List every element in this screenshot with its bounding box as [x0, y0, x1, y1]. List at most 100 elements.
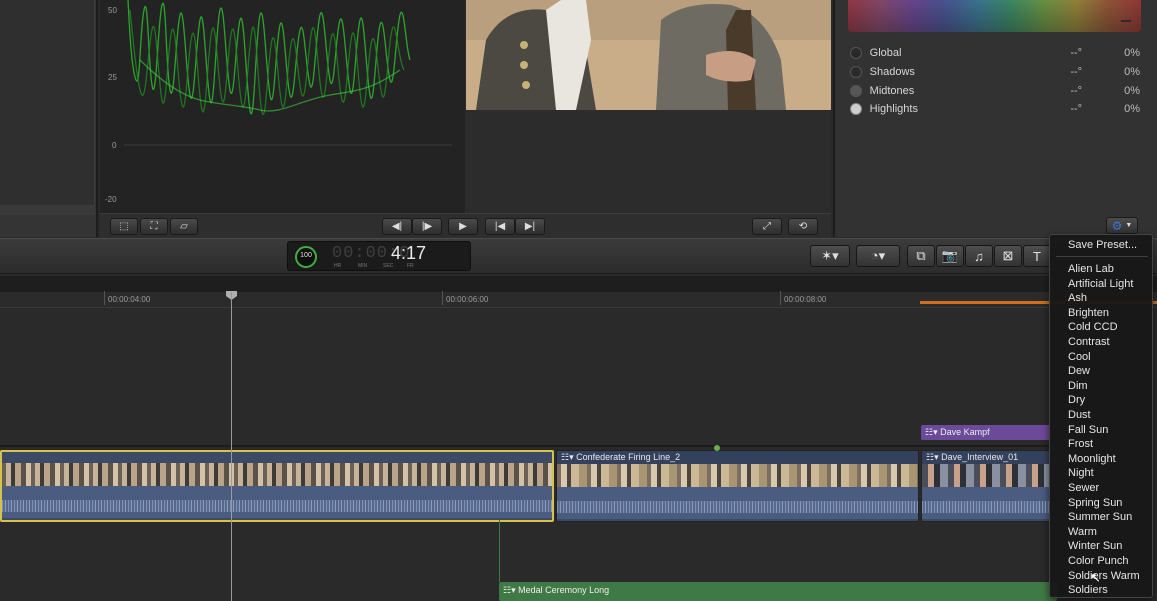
clip-menu-icon: ☷▾ — [503, 585, 519, 595]
timecode-unit-sec: SEC — [383, 263, 394, 269]
ruler-line — [780, 291, 781, 305]
music-note-icon: ♫ — [974, 248, 984, 264]
range-name: Shadows — [869, 66, 915, 78]
menu-item-preset[interactable]: Color Punch — [1068, 554, 1129, 568]
timecode-unit-min: MIN — [358, 263, 368, 269]
step-back-icon: ◀| — [391, 221, 403, 232]
step-forward-button[interactable]: |▶ — [412, 218, 442, 235]
clip-audio-waveform — [2, 486, 552, 518]
range-degrees: --° — [1070, 47, 1083, 59]
clip-filmstrip — [557, 464, 918, 487]
menu-item-preset[interactable]: Dim — [1068, 379, 1088, 393]
menu-item-preset[interactable]: Summer Sun — [1068, 510, 1132, 524]
browser-list[interactable] — [0, 0, 95, 205]
photos-icon: ⧉ — [916, 248, 926, 263]
range-degrees: --° — [1070, 85, 1083, 97]
range-row-midtones[interactable]: Midtones --° 0% — [850, 82, 1140, 100]
menu-item-preset[interactable]: Night — [1068, 466, 1094, 480]
menu-item-preset[interactable]: Sewer — [1068, 481, 1099, 495]
storyline-divider — [0, 445, 1050, 447]
menu-item-preset[interactable]: Dew — [1068, 364, 1090, 378]
timeline-clip[interactable]: ☷▾ Dave_Interview_01 — [921, 450, 1051, 522]
title-clip[interactable]: ☷▾ Dave Kampf — [921, 425, 1051, 440]
menu-item-preset[interactable]: Soldiers — [1068, 583, 1108, 597]
range-percent: 0% — [1124, 47, 1141, 59]
clip-menu-icon: ☷▾ — [561, 452, 574, 462]
range-row-shadows[interactable]: Shadows --° 0% — [850, 63, 1140, 81]
music-button[interactable]: ♫ — [965, 245, 993, 267]
connected-clip[interactable]: ☷▾ Medal Ceremony Long — [499, 582, 1057, 601]
timeline-clip-selected[interactable] — [0, 450, 554, 522]
range-percent: 0% — [1124, 66, 1141, 78]
clip-name: Medal Ceremony Long — [518, 585, 610, 595]
clip-header: ☷▾ Confederate Firing Line_2 — [557, 451, 918, 464]
go-start-icon: |◀ — [494, 221, 506, 232]
retime-button[interactable]: ◔▾ — [856, 245, 900, 267]
loop-button[interactable]: ⟲ — [788, 218, 818, 235]
browser-scrollbar[interactable] — [0, 205, 95, 215]
view-options-button[interactable]: ⬚ — [110, 218, 138, 235]
enhancements-button[interactable]: ✶▾ — [810, 245, 850, 267]
viewer-controls: ⬚ ⛶ ▱ ◀| |▶ ▶ |◀ ▶| ⤢ ⟲ — [100, 213, 831, 238]
menu-item-preset[interactable]: Fall Sun — [1068, 423, 1108, 437]
camera-button[interactable]: 📷 — [936, 245, 964, 267]
camera-icon: 📷 — [941, 248, 959, 263]
color-board[interactable] — [848, 0, 1141, 32]
timeline-clip[interactable]: ☷▾ Confederate Firing Line_2 — [556, 450, 919, 522]
transitions-button[interactable]: ⊠ — [994, 245, 1022, 267]
connection-line — [499, 520, 500, 582]
menu-item-preset[interactable]: Moonlight — [1068, 452, 1116, 466]
timecode-unit-hr: HR — [334, 263, 342, 269]
step-back-button[interactable]: ◀| — [382, 218, 412, 235]
scope-scale-50: 50 — [108, 6, 117, 15]
range-percent: 0% — [1124, 103, 1141, 115]
waveform-scope: 50 25 0 -20 — [100, 0, 465, 213]
range-name: Midtones — [869, 85, 915, 97]
timeline-ruler[interactable] — [0, 274, 1157, 308]
transform-button[interactable]: ⛶ — [140, 218, 168, 235]
range-degrees: --° — [1070, 66, 1083, 78]
fullscreen-icon: ⤢ — [763, 221, 771, 232]
highlights-puck-icon — [850, 103, 862, 115]
menu-item-preset[interactable]: Dry — [1068, 393, 1085, 407]
fullscreen-button[interactable]: ⤢ — [752, 218, 782, 235]
menu-item-preset[interactable]: Soldiers Warm — [1068, 569, 1140, 583]
playhead[interactable] — [231, 292, 232, 601]
menu-item-preset[interactable]: Dust — [1068, 408, 1091, 422]
menu-item-preset[interactable]: Alien Lab — [1068, 262, 1114, 276]
menu-item-save-preset[interactable]: Save Preset... — [1068, 238, 1137, 252]
midtones-puck-icon — [850, 85, 862, 97]
menu-item-preset[interactable]: Frost — [1068, 437, 1093, 451]
marker-icon[interactable] — [714, 445, 720, 451]
go-end-icon: ▶| — [524, 221, 536, 232]
menu-item-preset[interactable]: Contrast — [1068, 335, 1110, 349]
dashboard-timecode[interactable]: 100 00:00:0 4:17 HR MIN SEC FR — [287, 241, 471, 271]
go-end-button[interactable]: ▶| — [515, 218, 545, 235]
loop-icon: ⟲ — [798, 221, 808, 232]
menu-item-preset[interactable]: Spring Sun — [1068, 496, 1122, 510]
menu-item-preset[interactable]: Winter Sun — [1068, 539, 1122, 553]
menu-item-preset[interactable]: Warm — [1068, 525, 1097, 539]
scope-scale-25: 25 — [108, 73, 117, 82]
video-frame — [466, 0, 831, 110]
menu-item-preset[interactable]: Cool — [1068, 350, 1091, 364]
speedometer-icon: ◔▾ — [870, 248, 886, 263]
clip-menu-icon: ☷▾ — [926, 452, 939, 462]
go-start-button[interactable]: |◀ — [485, 218, 515, 235]
play-button[interactable]: ▶ — [448, 218, 478, 235]
view-options-icon: ⬚ — [119, 221, 129, 232]
background-task-percent: 100 — [300, 252, 312, 259]
transitions-icon: ⊠ — [1002, 248, 1014, 263]
menu-item-preset[interactable]: Artificial Light — [1068, 277, 1133, 291]
titles-button[interactable]: T — [1023, 245, 1051, 267]
range-row-global[interactable]: Global --° 0% — [850, 44, 1140, 62]
media-browser-photos-button[interactable]: ⧉ — [907, 245, 935, 267]
menu-separator — [1056, 256, 1148, 257]
menu-item-preset[interactable]: Cold CCD — [1068, 320, 1118, 334]
range-row-highlights[interactable]: Highlights --° 0% — [850, 100, 1140, 118]
distort-button[interactable]: ▱ — [170, 218, 198, 235]
ruler-tick-label: 00:00:06:00 — [446, 295, 489, 304]
presets-action-button[interactable]: ⚙ ▼ — [1106, 217, 1138, 234]
menu-item-preset[interactable]: Ash — [1068, 291, 1087, 305]
menu-item-preset[interactable]: Brighten — [1068, 306, 1109, 320]
